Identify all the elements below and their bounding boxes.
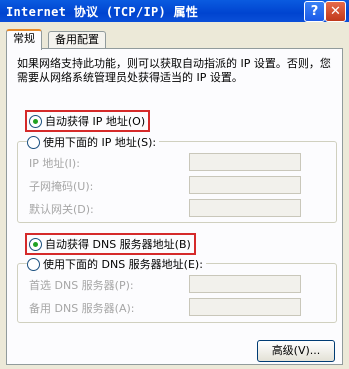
preferred-dns-field[interactable] (189, 275, 301, 293)
default-gateway-field[interactable] (189, 199, 301, 217)
tab-alternate-config[interactable]: 备用配置 (48, 31, 106, 48)
window-title: Internet 协议 (TCP/IP) 属性 (6, 5, 199, 19)
ip-manual-label: 使用下面的 IP 地址(S): (43, 136, 157, 149)
ip-manual-radio-row[interactable]: 使用下面的 IP 地址(S): (27, 134, 160, 150)
dns-manual-label: 使用下面的 DNS 服务器地址(E): (43, 258, 203, 271)
tab-general[interactable]: 常规 (6, 29, 42, 50)
default-gateway-label: 默认网关(D): (29, 203, 94, 216)
dns-auto-label: 自动获得 DNS 服务器地址(B) (45, 238, 191, 251)
general-panel: 如果网络支持此功能，则可以获取自动指派的 IP 设置。否则，您需要从网络系统管理… (6, 48, 343, 365)
description-text: 如果网络支持此功能，则可以获取自动指派的 IP 设置。否则，您需要从网络系统管理… (17, 57, 331, 84)
ip-auto-highlight: 自动获得 IP 地址(O) (25, 110, 151, 132)
advanced-button[interactable]: 高级(V)... (257, 340, 335, 362)
ip-auto-label: 自动获得 IP 地址(O) (45, 115, 146, 128)
alternate-dns-label: 备用 DNS 服务器(A): (29, 302, 135, 315)
close-button[interactable]: ✕ (325, 1, 346, 22)
preferred-dns-label: 首选 DNS 服务器(P): (29, 279, 134, 292)
dns-auto-radio[interactable] (29, 237, 42, 251)
dns-manual-radio[interactable] (27, 257, 40, 271)
ip-manual-radio[interactable] (27, 135, 40, 149)
ip-auto-radio-row[interactable]: 自动获得 IP 地址(O) (25, 110, 151, 132)
dns-auto-highlight: 自动获得 DNS 服务器地址(B) (25, 233, 196, 255)
subnet-mask-label: 子网掩码(U): (29, 180, 94, 193)
ip-address-label: IP 地址(I): (29, 157, 80, 170)
ip-address-field[interactable] (189, 153, 301, 171)
dns-auto-radio-row[interactable]: 自动获得 DNS 服务器地址(B) (25, 233, 196, 255)
title-bar: Internet 协议 (TCP/IP) 属性 ? ✕ (0, 0, 349, 22)
help-button[interactable]: ? (304, 1, 325, 22)
alternate-dns-field[interactable] (189, 298, 301, 316)
dns-manual-radio-row[interactable]: 使用下面的 DNS 服务器地址(E): (27, 256, 206, 272)
subnet-mask-field[interactable] (189, 176, 301, 194)
ip-auto-radio[interactable] (29, 114, 42, 128)
